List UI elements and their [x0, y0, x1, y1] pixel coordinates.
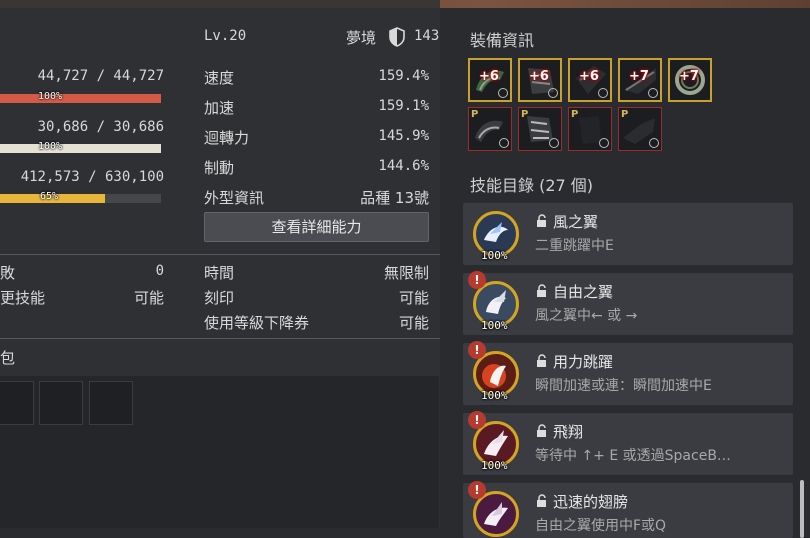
alert-icon: ! [468, 341, 486, 359]
view-details-button[interactable]: 查看詳細能力 [204, 212, 429, 242]
skill-card[interactable]: 100% ! 用力跳躍 瞬間加速或連：瞬間加速中E [463, 341, 793, 405]
socket-icon [649, 138, 659, 148]
equipment-slot[interactable]: +7 [668, 58, 712, 102]
enhance-level: +6 [529, 69, 549, 84]
row-value-time: 無限制 [383, 264, 429, 282]
exp-value: 412,573 / 630,100 [20, 169, 164, 185]
stat-label-turning: 迴轉力 [204, 129, 250, 147]
alert-icon: ! [468, 481, 486, 499]
shield-icon [389, 27, 405, 47]
stat-value-appearance: 品種 13號 [360, 189, 429, 207]
stat-value-braking: 144.6% [378, 158, 429, 174]
equipment-title: 裝備資訊 [470, 31, 535, 50]
skill-card[interactable]: ! 迅速的翅膀 自由之翼使用中F或Q [463, 481, 793, 538]
level-label: Lv.20 [204, 28, 247, 44]
skill-desc: 二重跳躍中E [535, 238, 614, 254]
stat-value-speed: 159.4% [378, 68, 429, 84]
skill-progress: 100% [481, 249, 508, 262]
hp-value: 44,727 / 44,727 [37, 68, 164, 84]
unlock-icon [537, 494, 546, 507]
enhance-level: +6 [579, 69, 599, 84]
stamina-value: 30,686 / 30,686 [37, 119, 164, 135]
skill-progress: 100% [481, 459, 508, 472]
skill-card[interactable]: 100% ! 飛翔 等待中 ↑+ E 或透過SpaceB… [463, 411, 793, 475]
enhance-level: +6 [479, 69, 499, 84]
row-label-engrave: 刻印 [204, 289, 235, 307]
dream-value: 143 [414, 28, 440, 44]
row-value-change-skill: 可能 [133, 289, 164, 307]
stat-label-appearance: 外型資訊 [204, 189, 265, 207]
skill-desc: 瞬間加速或連：瞬間加速中E [535, 378, 712, 394]
bag-slot[interactable] [0, 381, 34, 425]
equipment-slot[interactable]: P [618, 107, 662, 151]
skill-progress: 100% [481, 319, 508, 332]
divider-1 [0, 254, 440, 255]
skill-name: 用力跳躍 [553, 353, 614, 371]
hp-percent: 100% [38, 91, 63, 102]
skill-name: 飛翔 [553, 423, 584, 441]
socket-icon [499, 138, 509, 148]
pet-marker: P [571, 109, 579, 120]
unlock-icon [537, 354, 546, 367]
skill-desc: 自由之翼使用中F或Q [535, 518, 667, 534]
stat-label-braking: 制動 [204, 159, 235, 177]
pet-marker: P [621, 109, 629, 120]
enhance-level: +7 [629, 69, 649, 84]
row-value-defeat: 0 [155, 263, 164, 279]
row-value-level-down: 可能 [398, 314, 429, 332]
socket-icon [498, 88, 508, 98]
skill-card[interactable]: 100% 風之翼 二重跳躍中E [463, 203, 793, 265]
dream-label: 夢境 [346, 29, 377, 47]
unlock-icon [537, 214, 546, 227]
row-label-defeat: 敗 [0, 264, 16, 282]
skill-name: 迅速的翅膀 [553, 493, 629, 511]
equipment-slot[interactable]: +7 [618, 58, 662, 102]
socket-icon [598, 88, 608, 98]
socket-icon [648, 88, 658, 98]
bag-label: 包 [0, 349, 16, 367]
skill-name: 自由之翼 [553, 283, 614, 301]
row-label-time: 時間 [204, 264, 235, 282]
exp-percent: 65% [40, 191, 59, 202]
stat-label-accel: 加速 [204, 99, 235, 117]
equipment-slot[interactable]: P [568, 107, 612, 151]
equipment-slot[interactable]: P [518, 107, 562, 151]
skill-desc: 風之翼中← 或 → [535, 308, 638, 324]
socket-icon [548, 88, 558, 98]
skill-desc: 等待中 ↑+ E 或透過SpaceB… [535, 448, 731, 464]
skills-title: 技能目錄 (27 個) [470, 176, 594, 195]
row-label-change-skill: 更技能 [0, 289, 46, 307]
stat-value-turning: 145.9% [378, 128, 429, 144]
equipment-slot[interactable]: +6 [468, 58, 512, 102]
stat-value-accel: 159.1% [378, 98, 429, 114]
bag-slot[interactable] [89, 381, 133, 425]
skill-progress: 100% [481, 389, 508, 402]
equipment-slot[interactable]: +6 [518, 58, 562, 102]
divider-2 [0, 338, 440, 339]
equipment-slot[interactable]: +6 [568, 58, 612, 102]
alert-icon: ! [468, 271, 486, 289]
row-value-engrave: 可能 [398, 289, 429, 307]
pet-marker: P [521, 109, 529, 120]
hp-bar [0, 94, 161, 103]
stamina-bar [0, 144, 161, 153]
stat-label-speed: 速度 [204, 69, 235, 87]
unlock-icon [537, 424, 546, 437]
unlock-icon [537, 284, 546, 297]
skill-name: 風之翼 [553, 213, 599, 231]
socket-icon [549, 138, 559, 148]
skills-scrollbar[interactable] [800, 480, 804, 538]
equipment-slot[interactable]: P [468, 107, 512, 151]
top-banner-left [0, 0, 440, 8]
skill-icon-wind-wings: 100% [473, 211, 519, 262]
alert-icon: ! [468, 411, 486, 429]
bag-slot[interactable] [39, 381, 83, 425]
enhance-level: +7 [679, 69, 699, 84]
stamina-percent: 100% [38, 141, 63, 152]
exp-bar [0, 194, 161, 203]
socket-icon [599, 138, 609, 148]
row-label-level-down: 使用等級下降券 [204, 314, 310, 332]
skill-card[interactable]: 100% ! 自由之翼 風之翼中← 或 → [463, 271, 793, 335]
pet-marker: P [471, 109, 479, 120]
